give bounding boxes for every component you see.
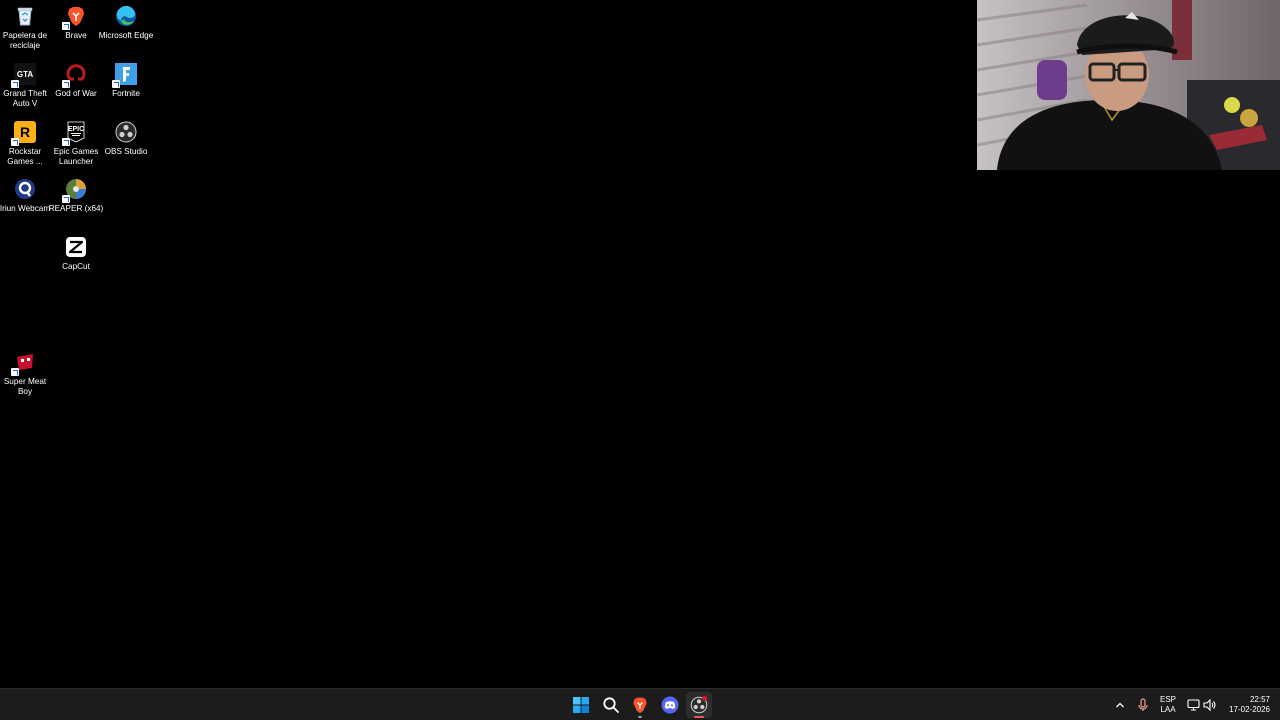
desktop-icon-label: Fortnite	[112, 89, 140, 98]
svg-text:GTA: GTA	[17, 70, 34, 79]
taskbar-discord-button[interactable]	[657, 692, 683, 718]
microphone-tray-button[interactable]	[1132, 692, 1154, 718]
brave-icon	[633, 697, 647, 714]
desktop-icon-iriun[interactable]: Iriun Webcam	[0, 173, 50, 214]
desktop-icon-label: Epic Games Launcher	[53, 147, 99, 166]
search-icon	[603, 697, 619, 713]
desktop-icon-label: Brave	[65, 31, 87, 40]
super-meat-boy-icon	[11, 351, 36, 376]
shortcut-arrow-icon	[62, 138, 70, 146]
desktop-icon-brave[interactable]: Brave	[51, 0, 101, 41]
discord-icon	[661, 696, 679, 714]
fortnite-icon	[112, 63, 137, 88]
taskbar: ESP LAA 22:57 17-02-2026	[0, 688, 1280, 720]
svg-text:R: R	[20, 124, 30, 140]
shortcut-arrow-icon	[62, 22, 70, 30]
input-language-indicator[interactable]: ESP LAA	[1155, 694, 1181, 716]
desktop-icon-label: CapCut	[62, 262, 90, 271]
desktop-icon-label: REAPER (x64)	[48, 204, 104, 213]
epic-games-icon: EPIC	[62, 121, 87, 146]
language-code: ESP	[1159, 695, 1176, 704]
webcam-overlay	[977, 0, 1280, 170]
clock[interactable]: 22:57 17-02-2026	[1220, 694, 1276, 716]
desktop-icon-rockstar[interactable]: R Rockstar Games ...	[0, 116, 50, 167]
desktop-icon-fortnite[interactable]: Fortnite	[101, 58, 151, 99]
desktop-icon-reaper[interactable]: REAPER (x64)	[48, 173, 104, 214]
edge-icon	[115, 5, 137, 27]
brave-icon	[62, 5, 87, 30]
shortcut-arrow-icon	[11, 138, 19, 146]
rockstar-icon: R	[11, 121, 36, 146]
desktop-icon-label: Iriun Webcam	[0, 204, 51, 213]
reaper-icon	[62, 178, 87, 203]
desktop-icon-gta-v[interactable]: GTA Grand Theft Auto V	[0, 58, 50, 109]
desktop-icon-god-of-war[interactable]: God of War	[51, 58, 101, 99]
desktop-icon-label: Rockstar Games ...	[7, 147, 43, 166]
desktop-icon-label: OBS Studio	[104, 147, 148, 156]
obs-icon	[115, 121, 137, 143]
desktop-icon-edge[interactable]: Microsoft Edge	[98, 0, 154, 41]
volume-tray-button[interactable]	[1200, 692, 1220, 718]
obs-icon	[690, 696, 708, 714]
capcut-icon	[65, 236, 87, 258]
shortcut-arrow-icon	[112, 80, 120, 88]
clock-time: 22:57	[1249, 695, 1270, 704]
windows-start-icon	[573, 697, 589, 713]
show-hidden-icons-button[interactable]	[1109, 692, 1131, 718]
speaker-icon	[1203, 699, 1216, 711]
desktop-icon-epic-games[interactable]: EPIC Epic Games Launcher	[51, 116, 101, 167]
god-of-war-icon	[62, 63, 87, 88]
desktop-icon-capcut[interactable]: CapCut	[51, 231, 101, 272]
shortcut-arrow-icon	[11, 368, 19, 376]
desktop-icon-label: Grand Theft Auto V	[3, 89, 47, 108]
shortcut-arrow-icon	[62, 80, 70, 88]
desktop-icon-label: God of War	[55, 89, 97, 98]
svg-text:EPIC: EPIC	[68, 126, 84, 133]
active-indicator	[694, 716, 704, 718]
shortcut-arrow-icon	[11, 80, 19, 88]
keyboard-layout-code: LAA	[1160, 705, 1176, 714]
microphone-icon	[1138, 698, 1148, 711]
desktop-icon-label: Super Meat Boy	[3, 377, 47, 396]
desktop-icon-obs[interactable]: OBS Studio	[101, 116, 151, 157]
search-button[interactable]	[598, 692, 624, 718]
webcam-video-feed	[977, 0, 1280, 170]
desktop-icon-label: Microsoft Edge	[98, 31, 154, 40]
iriun-icon	[14, 178, 36, 200]
desktop-icon-super-meat-boy[interactable]: Super Meat Boy	[0, 346, 50, 397]
taskbar-brave-button[interactable]	[627, 692, 653, 718]
desktop-icon-label: Papelera de reciclaje	[2, 31, 48, 50]
desktop[interactable]: Papelera de reciclaje GTA Grand Theft Au…	[0, 0, 1280, 688]
taskbar-obs-button[interactable]	[686, 692, 712, 718]
clock-date: 17-02-2026	[1229, 705, 1270, 714]
shortcut-arrow-icon	[62, 195, 70, 203]
desktop-icon-recycle-bin[interactable]: Papelera de reciclaje	[0, 0, 50, 51]
chevron-up-icon	[1116, 702, 1124, 708]
recycle-bin-icon	[14, 5, 36, 27]
start-button[interactable]	[568, 692, 594, 718]
network-monitor-icon	[1186, 699, 1200, 711]
running-indicator	[638, 716, 642, 718]
gta-icon: GTA	[11, 63, 36, 88]
